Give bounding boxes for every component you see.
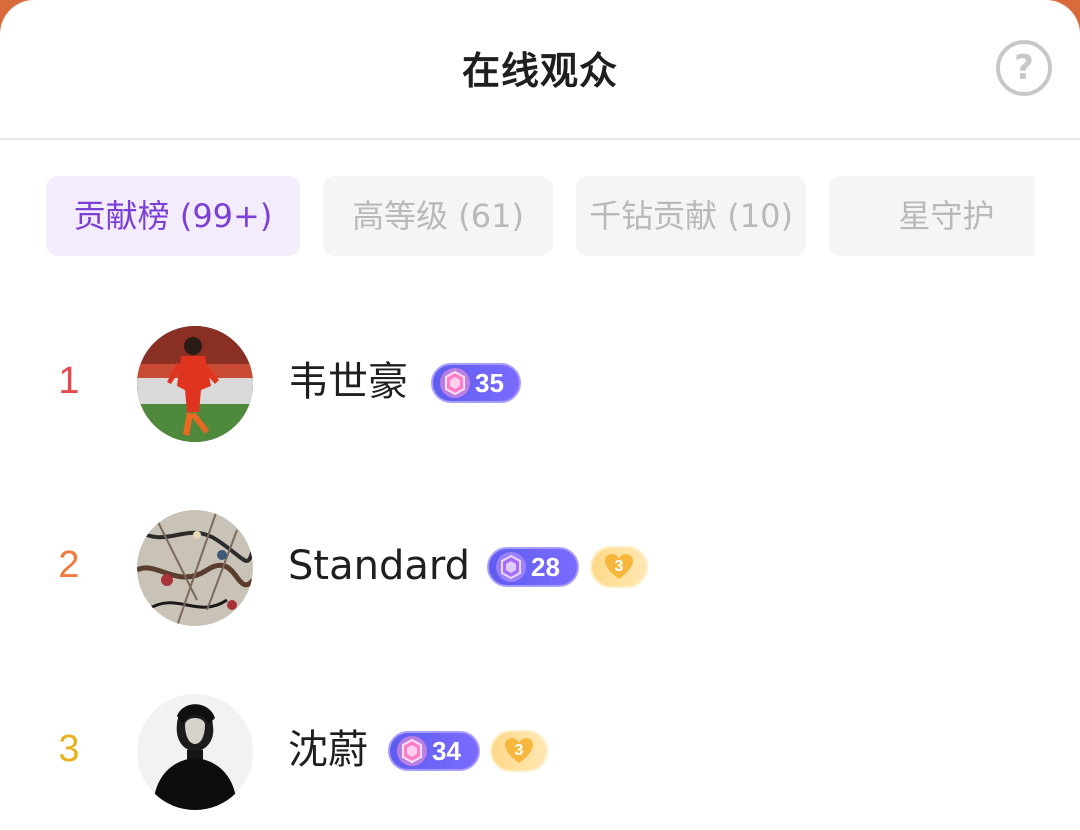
tab-star-guard[interactable]: 星守护 [829, 176, 1034, 256]
list-item[interactable]: 1 韦世豪 35 [0, 326, 1080, 442]
footballer-photo-icon [137, 326, 253, 442]
hexagon-gem-icon [496, 552, 526, 582]
rank-number: 1 [58, 360, 80, 402]
tab-bar: 贡献榜 (99+) 高等级 (61) 千钻贡献 (10) 星守护 [0, 176, 1080, 258]
tab-thousand-diamond[interactable]: 千钻贡献 (10) [576, 176, 806, 256]
level-badge: 34 [388, 731, 480, 771]
level-number: 35 [475, 368, 504, 398]
viewer-name: 韦世豪 [288, 359, 408, 405]
online-audience-panel: 在线观众 ? 贡献榜 (99+) 高等级 (61) 千钻贡献 (10) 星守护 … [0, 0, 1080, 830]
avatar[interactable] [137, 326, 253, 442]
viewer-name: Standard [288, 543, 470, 589]
hexagon-gem-icon [440, 368, 470, 398]
fan-level-number: 3 [514, 742, 524, 759]
list-item[interactable]: 2 Standard 28 3 [0, 510, 1080, 626]
question-circle-icon[interactable]: ? [996, 40, 1052, 96]
level-number: 28 [531, 552, 560, 582]
viewer-name: 沈蔚 [288, 727, 368, 773]
abstract-painting-icon [137, 510, 253, 626]
level-badge: 28 [487, 547, 579, 587]
level-badge: 35 [431, 363, 521, 403]
list-item[interactable]: 3 沈蔚 34 3 [0, 694, 1080, 810]
panel-header: 在线观众 ? [0, 0, 1080, 140]
rank-number: 3 [58, 728, 80, 770]
hexagon-gem-icon [397, 736, 427, 766]
rank-number: 2 [58, 544, 80, 586]
page-title: 在线观众 [461, 49, 618, 93]
avatar[interactable] [137, 694, 253, 810]
fan-level-number: 3 [614, 558, 624, 575]
portrait-icon [137, 694, 253, 810]
fan-club-badge: 3 [590, 546, 648, 588]
tab-contribution[interactable]: 贡献榜 (99+) [46, 176, 300, 256]
avatar[interactable] [137, 510, 253, 626]
level-number: 34 [432, 736, 461, 766]
tab-high-level[interactable]: 高等级 (61) [323, 176, 553, 256]
fan-club-badge: 3 [490, 730, 548, 772]
